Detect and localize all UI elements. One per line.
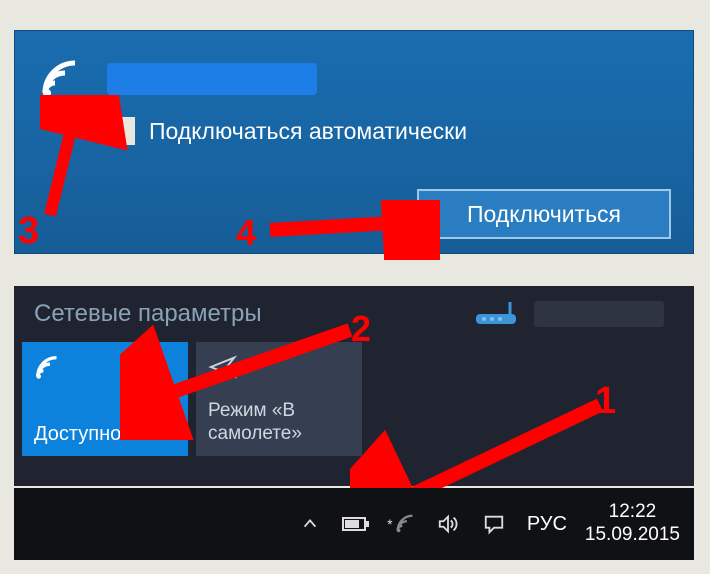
network-name-redacted xyxy=(107,63,317,95)
annotation-step-1: 1 xyxy=(595,380,616,423)
auto-connect-checkbox[interactable] xyxy=(107,117,135,145)
router-icon xyxy=(472,302,520,326)
annotation-step-3: 3 xyxy=(18,210,39,253)
taskbar: * РУС 12:22 15.09.2015 xyxy=(14,488,694,560)
wifi-tile-label: Доступно xyxy=(34,423,176,446)
annotation-step-4: 4 xyxy=(236,212,256,254)
battery-icon[interactable] xyxy=(340,508,372,540)
volume-icon[interactable] xyxy=(432,508,464,540)
auto-connect-label: Подключаться автоматически xyxy=(149,118,467,145)
airplane-mode-tile[interactable]: Режим «В самолете» xyxy=(196,342,362,456)
auto-connect-row[interactable]: Подключаться автоматически xyxy=(107,117,693,145)
annotation-step-2: 2 xyxy=(351,308,371,350)
network-connection-panel: Подключаться автоматически Подключиться xyxy=(14,30,694,254)
airplane-tile-label: Режим «В самолете» xyxy=(208,400,350,446)
wifi-tile[interactable]: Доступно xyxy=(22,342,188,456)
language-indicator[interactable]: РУС xyxy=(527,513,567,536)
action-center-icon[interactable] xyxy=(478,508,510,540)
clock-time: 12:22 xyxy=(585,501,680,524)
wifi-network-row[interactable] xyxy=(15,31,693,111)
connect-button[interactable]: Подключиться xyxy=(417,189,671,239)
router-connection-row[interactable] xyxy=(472,301,664,327)
airplane-icon xyxy=(208,352,350,388)
wifi-tile-icon xyxy=(34,352,176,388)
connect-button-label: Подключиться xyxy=(467,201,621,228)
wifi-icon xyxy=(39,55,87,103)
show-hidden-icons[interactable] xyxy=(294,508,326,540)
clock-date[interactable]: 12:22 15.09.2015 xyxy=(585,501,680,547)
clock-day: 15.09.2015 xyxy=(585,524,680,547)
router-name-redacted xyxy=(534,301,664,327)
network-wifi-tray-icon[interactable]: * xyxy=(386,508,418,540)
